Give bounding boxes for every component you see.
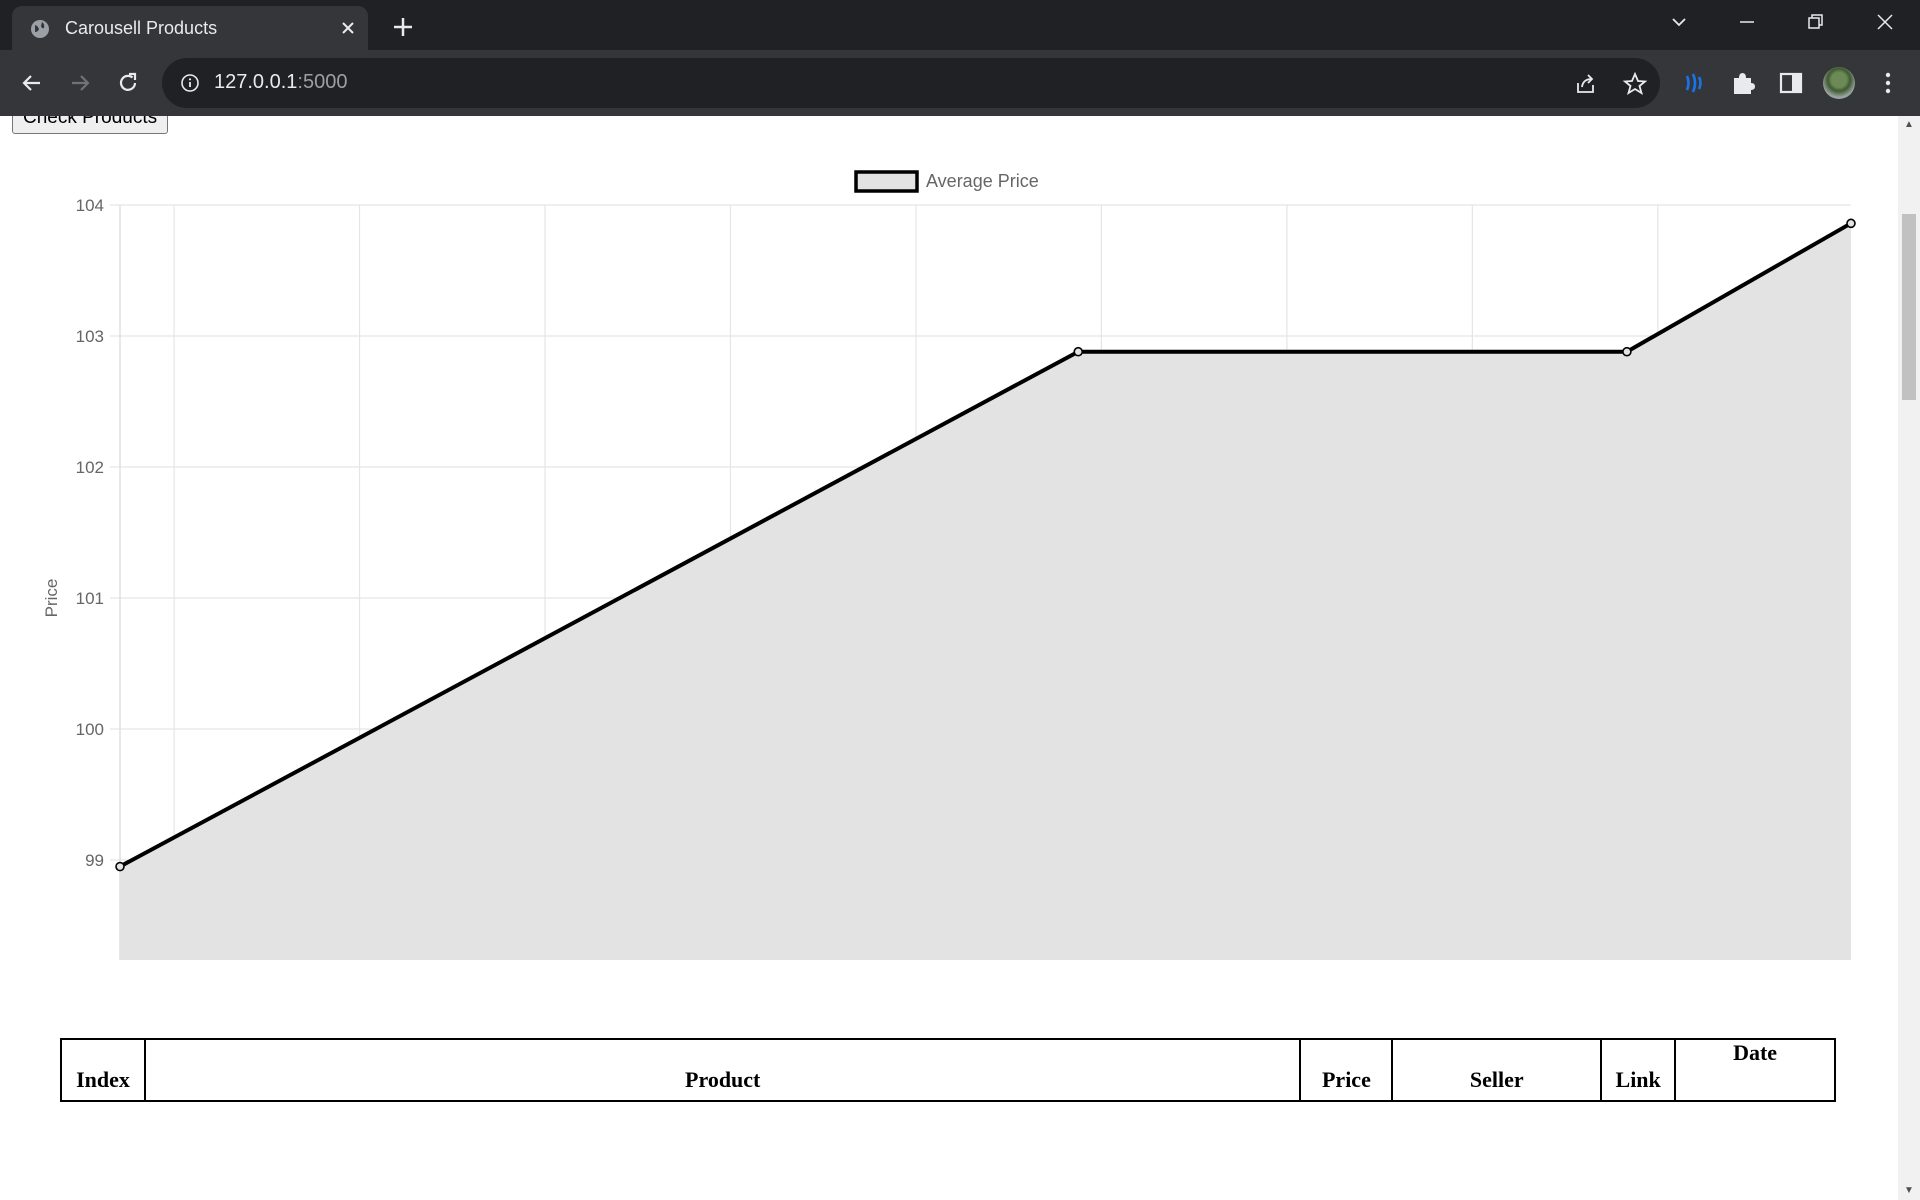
y-tick-labels: 9899100101102103104 — [76, 196, 104, 870]
products-table: Index Product Price Seller Link Date — [60, 1038, 1836, 1102]
header-index: Index — [60, 1038, 146, 1102]
page-viewport: Check Products 9899100101102103104 Oct 2… — [0, 116, 1898, 1200]
header-link: Link — [1600, 1038, 1677, 1102]
address-bar[interactable]: 127.0.0.1:5000 — [162, 58, 1660, 108]
legend-swatch[interactable] — [854, 170, 919, 193]
browser-tab[interactable]: Carousell Products — [12, 6, 368, 50]
scroll-up-icon[interactable]: ▲ — [1898, 116, 1920, 134]
y-tick-label: 102 — [76, 458, 104, 477]
url-port: :5000 — [297, 71, 348, 93]
browser-toolbar: 127.0.0.1:5000 — [0, 50, 1920, 116]
plus-icon[interactable] — [386, 10, 420, 44]
header-product: Product — [143, 1038, 1302, 1102]
tab-search-icon[interactable] — [1646, 0, 1712, 44]
header-date: Date — [1674, 1038, 1836, 1102]
table-header-row: Index Product Price Seller Link Date — [60, 1038, 1836, 1102]
y-tick-label: 99 — [85, 851, 104, 870]
price-chart: 9899100101102103104 Oct 22Oct 23Oct 24Oc… — [42, 170, 1856, 960]
y-tick-label: 103 — [76, 327, 104, 346]
title-bar: Carousell Products — [0, 0, 1920, 50]
close-window-icon[interactable] — [1852, 0, 1918, 44]
data-point — [1073, 346, 1084, 357]
y-tick-label: 100 — [76, 720, 104, 739]
url-host: 127.0.0.1 — [214, 71, 298, 93]
data-point — [115, 861, 125, 872]
header-price: Price — [1299, 1038, 1394, 1102]
legend-label[interactable]: Average Price — [926, 171, 1039, 191]
reload-icon[interactable] — [110, 65, 146, 101]
data-point — [1622, 346, 1632, 357]
y-axis-label: Price — [42, 579, 61, 618]
url-text[interactable]: 127.0.0.1:5000 — [214, 71, 347, 94]
avatar[interactable] — [1823, 67, 1855, 99]
average-price-area — [120, 223, 1851, 960]
back-icon[interactable] — [14, 65, 50, 101]
share-icon[interactable] — [1573, 71, 1599, 97]
close-icon[interactable] — [336, 16, 360, 40]
header-seller: Seller — [1391, 1038, 1603, 1102]
tab-title: Carousell Products — [65, 18, 218, 38]
puzzle-icon[interactable] — [1729, 69, 1757, 97]
scroll-down-icon[interactable]: ▼ — [1898, 1182, 1920, 1200]
y-tick-label: 101 — [76, 589, 104, 608]
info-icon[interactable] — [180, 73, 200, 93]
minimize-icon[interactable] — [1714, 0, 1780, 44]
globe-icon — [31, 20, 49, 38]
legend[interactable]: Average Price — [854, 170, 1039, 193]
side-panel-icon[interactable] — [1777, 69, 1805, 97]
extension-icon[interactable] — [1680, 69, 1708, 97]
star-icon[interactable] — [1622, 71, 1648, 97]
vertical-scrollbar[interactable]: ▲ ▼ — [1898, 116, 1920, 1200]
kebab-menu-icon[interactable] — [1874, 69, 1902, 97]
y-tick-label: 104 — [76, 196, 104, 215]
restore-icon[interactable] — [1782, 0, 1848, 44]
scrollbar-thumb[interactable] — [1902, 214, 1916, 400]
forward-icon[interactable] — [62, 65, 98, 101]
data-point — [1846, 218, 1856, 229]
